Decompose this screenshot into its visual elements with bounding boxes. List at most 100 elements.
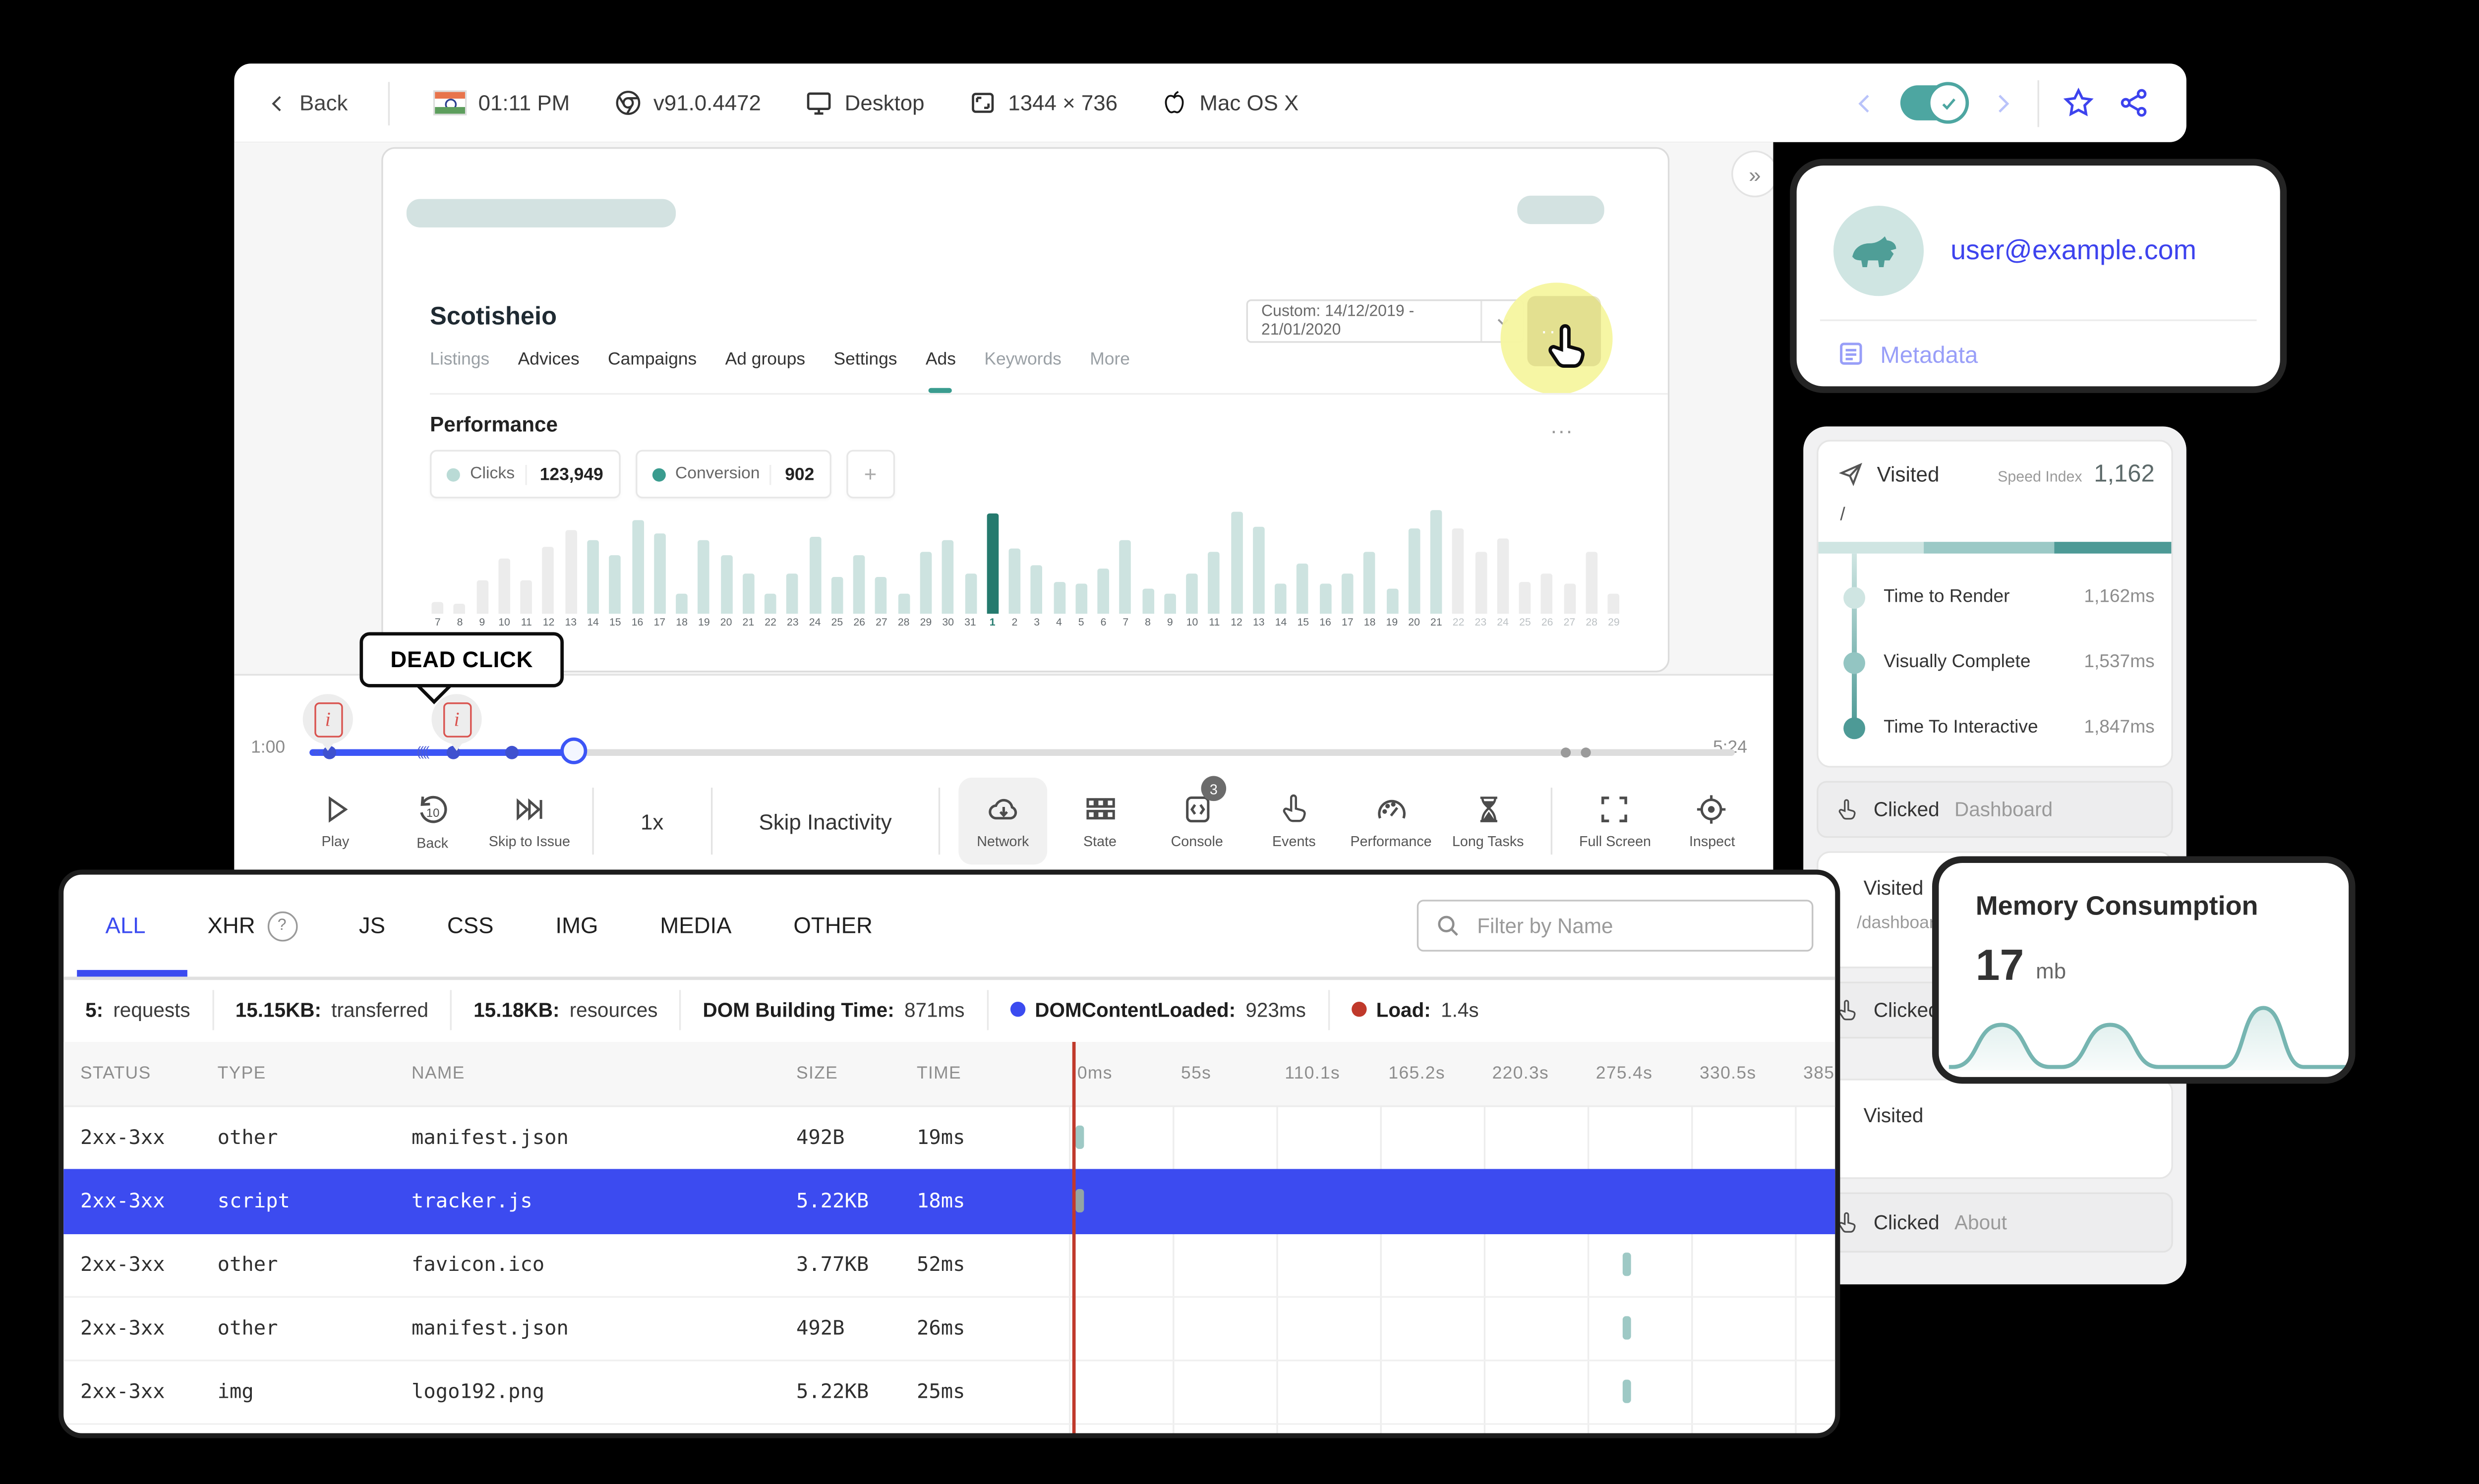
chart-bar: [848, 507, 871, 614]
add-metric-button[interactable]: +: [846, 450, 895, 499]
site-tab-advices[interactable]: Advices: [518, 349, 580, 393]
network-tab-media[interactable]: MEDIA: [660, 913, 731, 938]
control-skip-inactivity[interactable]: Skip Inactivity: [730, 808, 920, 834]
prev-session-button[interactable]: [1853, 90, 1877, 116]
network-tab-all[interactable]: ALL: [106, 913, 146, 938]
issue-marker[interactable]: i: [302, 694, 353, 751]
help-icon[interactable]: ?: [267, 911, 297, 941]
column-header-size[interactable]: SIZE: [779, 1064, 900, 1084]
control-inspect[interactable]: Inspect: [1668, 778, 1757, 864]
site-tab-settings[interactable]: Settings: [834, 349, 897, 393]
column-header-type[interactable]: TYPE: [201, 1064, 395, 1084]
control-play[interactable]: Play: [291, 778, 380, 864]
waterfall-tick: 110.1s: [1285, 1063, 1341, 1084]
filter-field[interactable]: [1417, 900, 1814, 952]
network-tab-other[interactable]: OTHER: [793, 913, 872, 938]
grid-icon: [1083, 793, 1117, 826]
control-1x[interactable]: 1x: [612, 808, 692, 834]
column-header-time[interactable]: TIME: [900, 1064, 1067, 1084]
filter-input[interactable]: [1474, 912, 1795, 939]
console-badge: 3: [1201, 776, 1227, 801]
ellipsis-icon[interactable]: ...: [1551, 413, 1574, 438]
event-label: Clicked: [1873, 998, 1940, 1022]
metric-value: 1,537ms: [2084, 652, 2155, 673]
control-label: Events: [1272, 833, 1316, 850]
site-tab-ads[interactable]: Ads: [926, 349, 956, 393]
user-card: user@example.com Metadata: [1790, 159, 2287, 393]
control-network[interactable]: Network: [958, 777, 1048, 865]
chart-x-label: 11: [1209, 617, 1220, 629]
chart-bar: [959, 507, 982, 614]
control-state[interactable]: State: [1056, 778, 1144, 864]
column-header-name[interactable]: NAME: [395, 1064, 779, 1084]
playhead[interactable]: [559, 737, 587, 764]
issue-marker[interactable]: i: [431, 694, 482, 751]
network-request-row[interactable]: 2xx-3xx other manifest.json 492B 26ms: [63, 1296, 1835, 1362]
visited-event-row[interactable]: Visited: [1817, 1079, 2173, 1179]
timeline-event-dot-upcoming[interactable]: [1580, 747, 1591, 758]
chart-x-label: 3: [1034, 617, 1040, 629]
chart-bar: [915, 507, 937, 614]
network-tab-xhr[interactable]: XHR?: [207, 911, 297, 941]
site-tab-keywords[interactable]: Keywords: [984, 349, 1062, 393]
timeline-event-dot[interactable]: [505, 745, 519, 759]
waterfall-bar: [1622, 1253, 1630, 1276]
chart-x-label: 12: [1231, 617, 1242, 629]
metadata-button[interactable]: Metadata: [1837, 340, 1978, 368]
chart-x-label: 11: [521, 617, 532, 629]
chart-x-label: 16: [631, 617, 644, 629]
network-request-row[interactable]: 2xx-3xx other manifest.json 492B 19ms: [63, 1105, 1835, 1171]
stat-text: transferred: [331, 997, 429, 1021]
browser-version-label: v91.0.4472: [653, 90, 761, 115]
share-button[interactable]: [2118, 87, 2149, 118]
control-skip-to-issue[interactable]: Skip to Issue: [485, 778, 574, 864]
chart-x-label: 4: [1056, 617, 1062, 629]
network-tab-js[interactable]: JS: [359, 913, 385, 938]
control-performance[interactable]: Performance: [1347, 778, 1435, 864]
rhino-icon: [1852, 236, 1896, 267]
clicked-event-row[interactable]: Clicked About: [1817, 1192, 2173, 1253]
tab-label: MEDIA: [660, 913, 732, 938]
status-dot: [1009, 1002, 1025, 1017]
metric-chip-clicks[interactable]: Clicks 123,949: [430, 450, 620, 499]
control-label: Back: [416, 833, 449, 851]
date-range-select[interactable]: Custom: 14/12/2019 - 21/01/2020: [1246, 299, 1524, 343]
timeline-event-dot-upcoming[interactable]: [1561, 747, 1572, 758]
favorite-star-button[interactable]: [2063, 87, 2094, 118]
chart-bar: [1403, 507, 1425, 614]
network-tab-img[interactable]: IMG: [555, 913, 598, 938]
chart-bar: [1447, 507, 1470, 614]
back-button[interactable]: Back: [234, 90, 348, 115]
user-email[interactable]: user@example.com: [1950, 236, 2196, 268]
control-long-tasks[interactable]: Long Tasks: [1444, 778, 1533, 864]
control-full-screen[interactable]: Full Screen: [1571, 778, 1659, 864]
control-events[interactable]: Events: [1249, 778, 1338, 864]
chart-x-label: 24: [1497, 617, 1509, 629]
clicked-event-row[interactable]: Clicked Dashboard: [1817, 781, 2173, 838]
tab-label: CSS: [447, 913, 494, 938]
network-request-row[interactable]: 2xx-3xx other favicon.ico 3.77KB 52ms: [63, 1233, 1835, 1298]
next-session-button[interactable]: [1991, 90, 2014, 116]
chart-bar: [693, 507, 715, 614]
performance-bar-chart: [426, 507, 1624, 614]
site-tab-more[interactable]: More: [1090, 349, 1130, 393]
column-header-status[interactable]: STATUS: [63, 1064, 201, 1084]
timeline-track[interactable]: «((((: [309, 737, 1735, 764]
network-tab-css[interactable]: CSS: [447, 913, 494, 938]
network-request-row[interactable]: 2xx-3xx img logo192.png 5.22KB 25ms: [63, 1360, 1835, 1425]
search-icon: [1435, 913, 1461, 938]
apple-icon: [1161, 89, 1188, 117]
hourglass-icon: [1473, 793, 1503, 826]
session-time-label: 01:11 PM: [478, 90, 570, 115]
site-tab-listings[interactable]: Listings: [430, 349, 489, 393]
visited-event-card[interactable]: Visited Speed Index 1,162 / Time to Rend…: [1817, 440, 2173, 768]
autoplay-toggle[interactable]: [1900, 82, 1969, 124]
site-tab-campaigns[interactable]: Campaigns: [608, 349, 697, 393]
metric-chip-conversion[interactable]: Conversion 902: [635, 450, 831, 499]
site-tab-ad-groups[interactable]: Ad groups: [725, 349, 806, 393]
expand-panel-button[interactable]: »: [1731, 150, 1773, 198]
control-console[interactable]: 3 Console: [1153, 776, 1241, 864]
control-back[interactable]: 10 Back: [388, 778, 477, 864]
chevron-left-icon: [268, 91, 288, 114]
network-request-row[interactable]: 2xx-3xx script tracker.js 5.22KB 18ms: [63, 1169, 1835, 1235]
